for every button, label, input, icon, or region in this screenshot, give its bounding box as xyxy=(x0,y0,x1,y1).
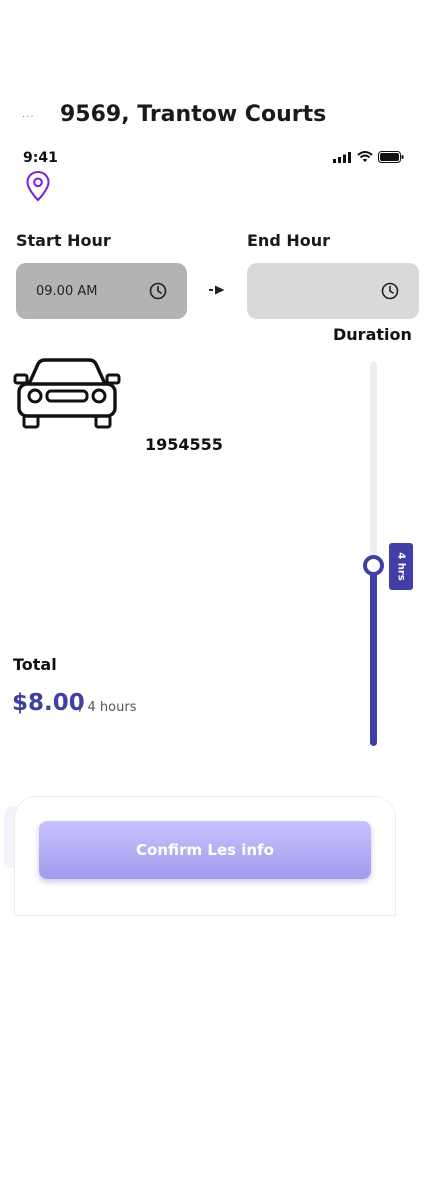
end-hour-label: End Hour xyxy=(247,231,331,250)
battery-icon xyxy=(378,151,404,163)
page-title: 9569, Trantow Courts xyxy=(60,102,327,127)
status-icons xyxy=(333,151,404,163)
duration-slider-fill xyxy=(370,565,377,746)
signal-icon xyxy=(333,151,351,163)
car-icon xyxy=(13,358,121,429)
license-plate: 1954555 xyxy=(145,435,223,454)
wifi-icon xyxy=(357,151,373,162)
duration-slider-thumb[interactable] xyxy=(363,554,384,576)
clock-icon xyxy=(149,282,167,300)
start-hour-value: 09.00 AM xyxy=(36,283,98,299)
start-hour-field[interactable]: 09.00 AM xyxy=(16,263,187,319)
back-icon[interactable]: ··· xyxy=(22,112,35,123)
duration-value: 4 hrs xyxy=(395,552,407,581)
duration-label: Duration xyxy=(333,325,412,344)
total-amount: $8.00 xyxy=(12,690,85,716)
total-period: / 4 hours xyxy=(79,700,137,715)
map-pin-icon xyxy=(26,170,50,202)
start-hour-label: Start Hour xyxy=(16,231,111,250)
status-time: 9:41 xyxy=(23,150,58,166)
end-hour-field[interactable] xyxy=(247,263,419,319)
arrow-right-icon xyxy=(209,285,225,295)
total-label: Total xyxy=(13,655,57,674)
duration-value-badge: 4 hrs xyxy=(389,543,413,591)
confirm-button[interactable]: Confirm Les info xyxy=(39,821,371,879)
clock-icon xyxy=(381,282,399,300)
